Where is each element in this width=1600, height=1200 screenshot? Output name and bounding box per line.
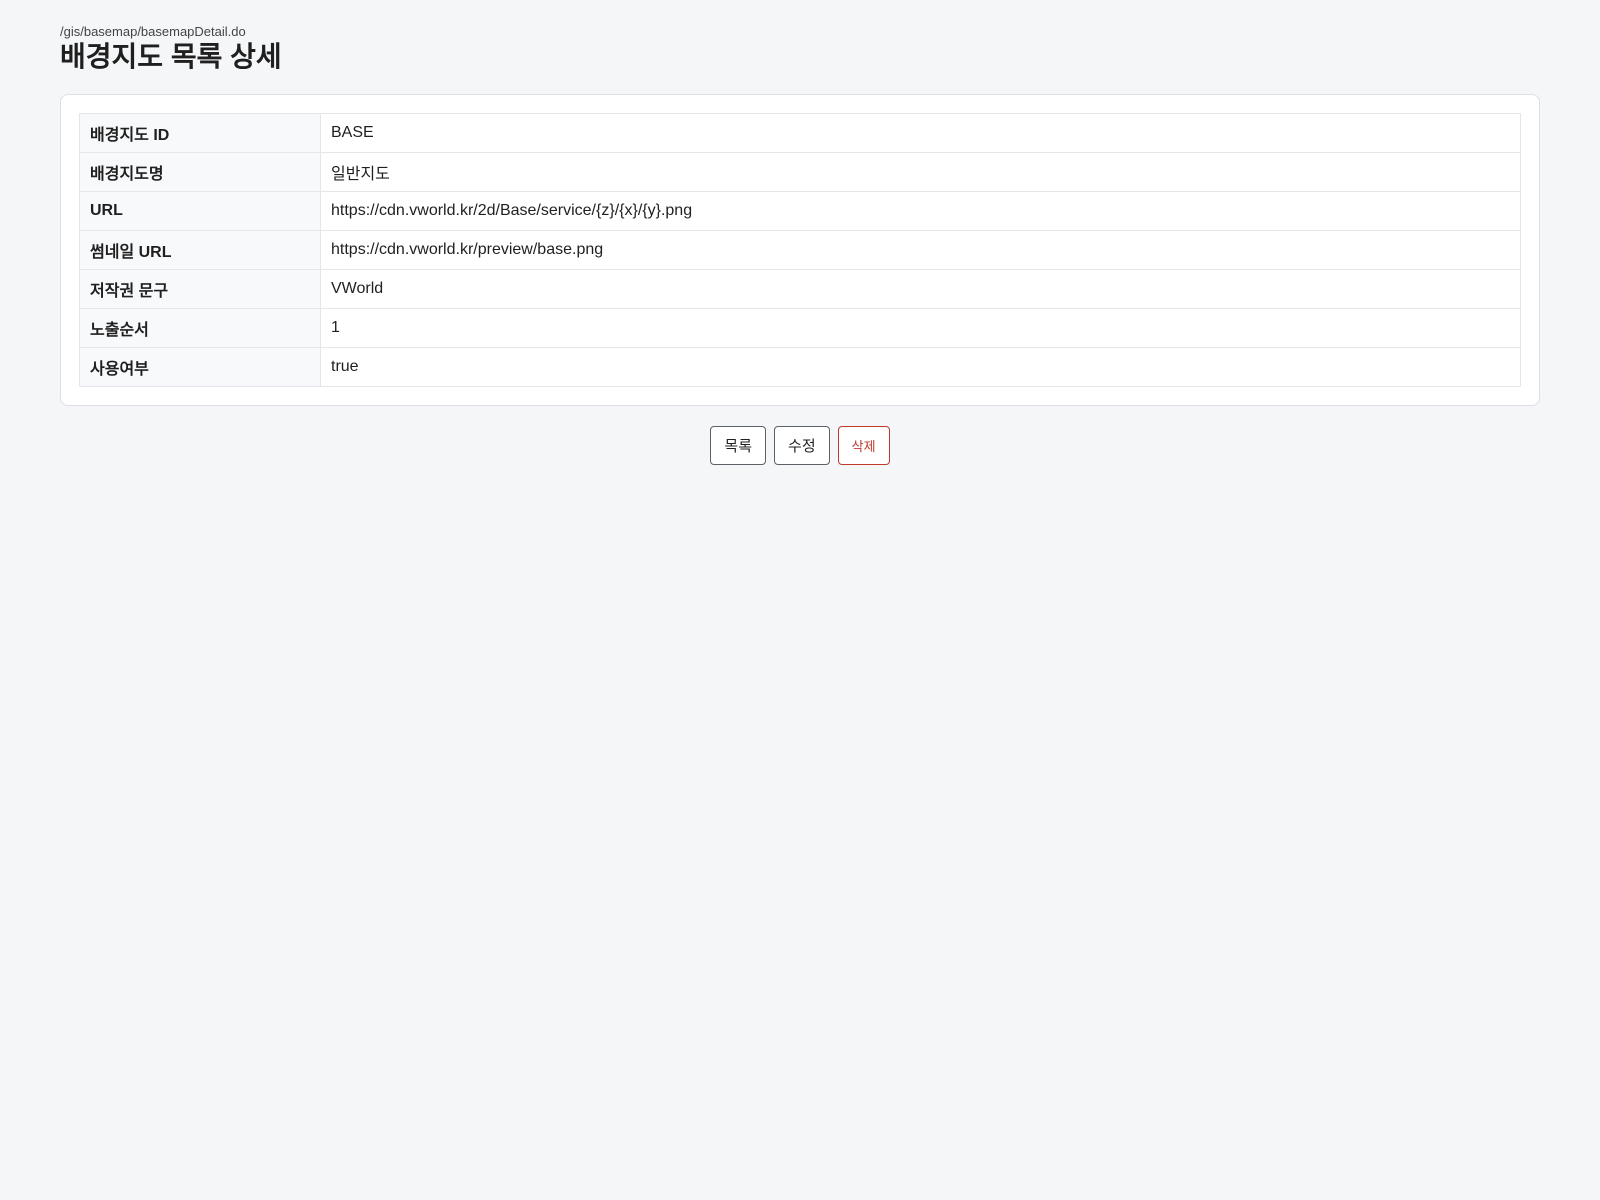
- row-label-copyright: 저작권 문구: [79, 269, 321, 309]
- row-label-basemap-id: 배경지도 ID: [79, 113, 321, 153]
- row-value-thumbnail-url: https://cdn.vworld.kr/preview/base.png: [320, 230, 1521, 270]
- page-title: 배경지도 목록 상세: [60, 41, 282, 72]
- row-value-url: https://cdn.vworld.kr/2d/Base/service/{z…: [320, 191, 1521, 231]
- row-label-basemap-name: 배경지도명: [79, 152, 321, 192]
- row-label-use-yn: 사용여부: [79, 347, 321, 387]
- page-path: /gis/basemap/basemapDetail.do: [60, 24, 246, 39]
- row-value-display-order: 1: [320, 308, 1521, 348]
- delete-button[interactable]: 삭제: [837, 426, 890, 465]
- detail-table: 배경지도 ID BASE 배경지도명 일반지도 URL https://cdn.…: [79, 113, 1521, 387]
- row-value-use-yn: true: [320, 347, 1521, 387]
- table-row: 썸네일 URL https://cdn.vworld.kr/preview/ba…: [79, 230, 1521, 270]
- table-row: 사용여부 true: [79, 347, 1521, 387]
- row-value-basemap-id: BASE: [320, 113, 1521, 153]
- list-button[interactable]: 목록: [710, 426, 767, 465]
- table-row: 배경지도명 일반지도: [79, 152, 1521, 192]
- action-buttons: 목록 수정 삭제: [60, 426, 1540, 465]
- page-container: /gis/basemap/basemapDetail.do 배경지도 목록 상세…: [60, 24, 1540, 465]
- table-row: URL https://cdn.vworld.kr/2d/Base/servic…: [79, 191, 1521, 231]
- detail-card: 배경지도 ID BASE 배경지도명 일반지도 URL https://cdn.…: [60, 94, 1540, 406]
- row-label-thumbnail-url: 썸네일 URL: [79, 230, 321, 270]
- row-label-display-order: 노출순서: [79, 308, 321, 348]
- row-label-url: URL: [79, 191, 321, 231]
- table-row: 배경지도 ID BASE: [79, 113, 1521, 153]
- table-row: 노출순서 1: [79, 308, 1521, 348]
- table-row: 저작권 문구 VWorld: [79, 269, 1521, 309]
- row-value-basemap-name: 일반지도: [320, 152, 1521, 192]
- row-value-copyright: VWorld: [320, 269, 1521, 309]
- edit-button[interactable]: 수정: [774, 426, 830, 465]
